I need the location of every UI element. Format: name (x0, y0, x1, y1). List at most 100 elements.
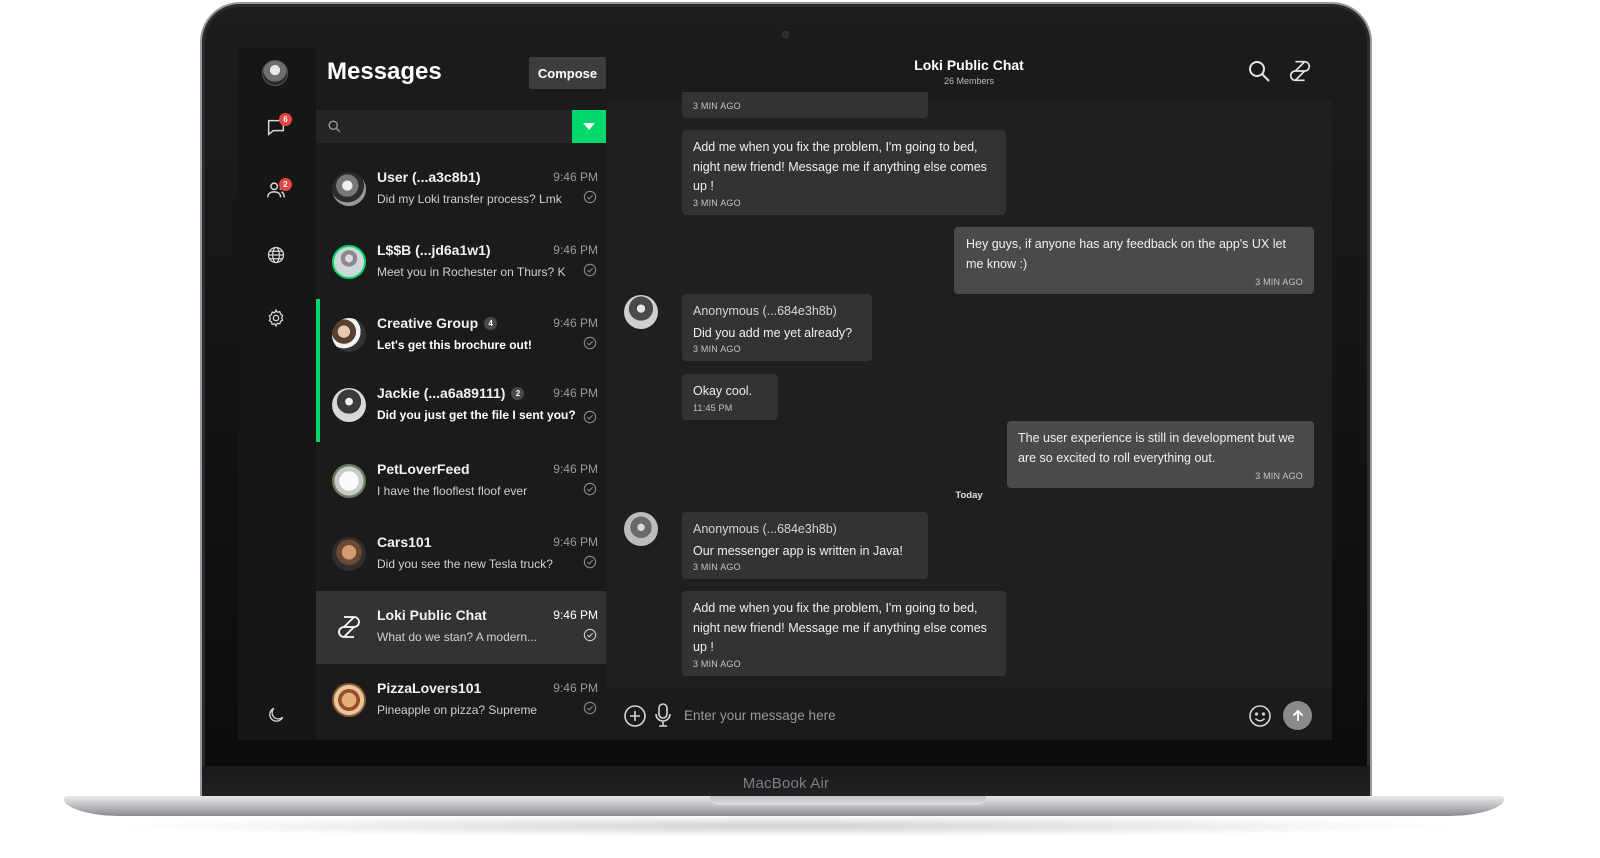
dark-mode-toggle[interactable] (259, 698, 293, 732)
sender-avatar[interactable] (624, 512, 658, 546)
camera (782, 31, 789, 38)
moon-icon (269, 707, 284, 722)
gear-icon (268, 308, 284, 328)
avatar (332, 245, 366, 279)
conversation-item[interactable]: User (...a3c8b1) Did my Loki transfer pr… (316, 153, 606, 226)
message-input[interactable] (684, 703, 1224, 727)
message-text: Add me when you fix the problem, I'm goi… (693, 140, 987, 193)
conversation-item[interactable]: PetLoverFeed I have the flooflest floof … (316, 445, 606, 518)
conversation-preview: Meet you in Rochester on Thurs? K (377, 265, 566, 279)
conversation-preview: I have the flooflest floof ever (377, 484, 528, 498)
conversation-preview: Let's get this brochure out! (377, 338, 532, 352)
contacts-badge: 2 (279, 178, 292, 191)
conversation-time: 9:46 PM (553, 681, 598, 695)
message-bubble: Add me when you fix the problem, I'm goi… (682, 130, 1006, 215)
message-composer (606, 689, 1332, 740)
avatar (332, 537, 366, 571)
conversation-time: 9:46 PM (553, 316, 598, 330)
search-input[interactable] (348, 116, 566, 138)
message-bubble: Add me when you fix the problem, I'm goi… (682, 591, 1006, 676)
message-bubble: Hey guys, if anyone has any feedback on … (954, 227, 1314, 294)
chevron-down-icon (583, 122, 595, 130)
laptop-notch (710, 796, 986, 805)
unread-count-badge: 2 (511, 387, 525, 400)
conversation-time: 9:46 PM (553, 535, 598, 549)
chat-title: Loki Public Chat (914, 57, 1024, 73)
conversation-time: 9:46 PM (553, 462, 598, 476)
message-bubble: Anonymous (...684e3h8b) Did you add me y… (682, 294, 872, 361)
message-time: 3 MIN AGO (693, 101, 741, 111)
conversation-preview: Did my Loki transfer process? Lmk (377, 192, 562, 206)
page-title: Messages (327, 58, 442, 85)
message-text: Did you add me yet already? (693, 325, 853, 340)
read-check-icon (583, 263, 597, 277)
read-check-icon (583, 190, 597, 204)
conversation-time: 9:46 PM (553, 386, 598, 400)
read-check-icon (583, 555, 597, 569)
app-screen: 6 2 Messages Compose User (...a3c8b1) Di… (238, 48, 1332, 740)
conversation-item[interactable]: L$$B (...jd6a1w1) Meet you in Rochester … (316, 226, 606, 299)
avatar (332, 388, 366, 422)
compose-button[interactable]: Compose (529, 57, 606, 89)
nav-rail: 6 2 (238, 48, 316, 740)
message-time: 3 MIN AGO (1255, 277, 1303, 287)
filter-button[interactable] (572, 110, 606, 143)
conversation-name: PetLoverFeed (377, 461, 470, 477)
profile-avatar[interactable] (262, 60, 288, 86)
message-time: 3 MIN AGO (693, 658, 741, 669)
message-time: 3 MIN AGO (693, 197, 741, 208)
message-text: Okay cool. (693, 384, 753, 398)
read-check-icon (583, 410, 597, 424)
microphone-icon[interactable] (654, 702, 672, 728)
conversation-item[interactable]: Jackie (...a6a89111) 2 Did you just get t… (316, 369, 606, 442)
loki-logo-icon[interactable] (1287, 58, 1313, 84)
avatar (332, 683, 366, 717)
message-text: The user experience is still in developm… (1018, 431, 1295, 465)
conversation-item[interactable]: Cars101 Did you see the new Tesla truck?… (316, 518, 606, 591)
laptop-shadow (110, 815, 1460, 837)
send-button[interactable] (1283, 701, 1312, 730)
conversation-name: L$$B (...jd6a1w1) (377, 242, 491, 258)
conversation-preview: Did you just get the file I sent you? (377, 408, 576, 422)
message-text: Our messenger app is written in Java! (693, 543, 903, 558)
emoji-icon[interactable] (1248, 704, 1272, 728)
conversation-name: Loki Public Chat (377, 607, 487, 623)
globe-icon (267, 246, 285, 264)
loki-logo-icon (332, 610, 366, 644)
message-bubble: Okay cool. 11:45 PM (682, 374, 778, 420)
chats-nav-button[interactable]: 6 (259, 110, 293, 144)
conversation-item[interactable]: PizzaLovers101 Pineapple on pizza? Supre… (316, 664, 606, 737)
avatar (332, 318, 366, 352)
message-time: 11:45 PM (693, 402, 733, 413)
conversation-list-panel: Messages Compose User (...a3c8b1) Did my… (316, 48, 624, 740)
message-time: 3 MIN AGO (693, 344, 741, 354)
message-bubble: 3 MIN AGO (682, 92, 928, 118)
avatar (332, 464, 366, 498)
conversation-name: Cars101 (377, 534, 432, 550)
message-text: Add me when you fix the problem, I'm goi… (693, 601, 987, 654)
read-check-icon (583, 482, 597, 496)
unread-count-badge: 4 (484, 317, 498, 330)
chat-panel: Loki Public Chat 26 Members 3 MIN AGO Ad… (606, 48, 1332, 740)
contacts-nav-button[interactable]: 2 (259, 173, 293, 207)
conversation-preview: Pineapple on pizza? Supreme (377, 703, 538, 717)
conversation-time: 9:46 PM (553, 170, 598, 184)
conversation-name: User (...a3c8b1) (377, 169, 481, 185)
conversation-item[interactable]: Creative Group 4 Let's get this brochure … (316, 299, 606, 372)
message-sender: Anonymous (...684e3h8b) (693, 522, 837, 536)
conversation-name: Jackie (...a6a89111) 2 (377, 385, 525, 401)
sender-avatar[interactable] (624, 295, 658, 329)
message-bubble: Anonymous (...684e3h8b) Our messenger ap… (682, 512, 928, 579)
search-icon[interactable] (1247, 59, 1271, 83)
read-check-icon (583, 628, 597, 642)
network-nav-button[interactable] (259, 238, 293, 272)
read-check-icon (583, 701, 597, 715)
add-attachment-icon[interactable] (623, 704, 647, 728)
chat-member-count: 26 Members (943, 76, 995, 86)
message-text: Hey guys, if anyone has any feedback on … (966, 237, 1286, 271)
day-separator: Today (955, 490, 983, 501)
conversation-item[interactable]: Loki Public Chat What do we stan? A mode… (316, 591, 606, 664)
settings-nav-button[interactable] (259, 301, 293, 335)
search-bar (316, 110, 606, 143)
message-sender: Anonymous (...684e3h8b) (693, 304, 837, 318)
